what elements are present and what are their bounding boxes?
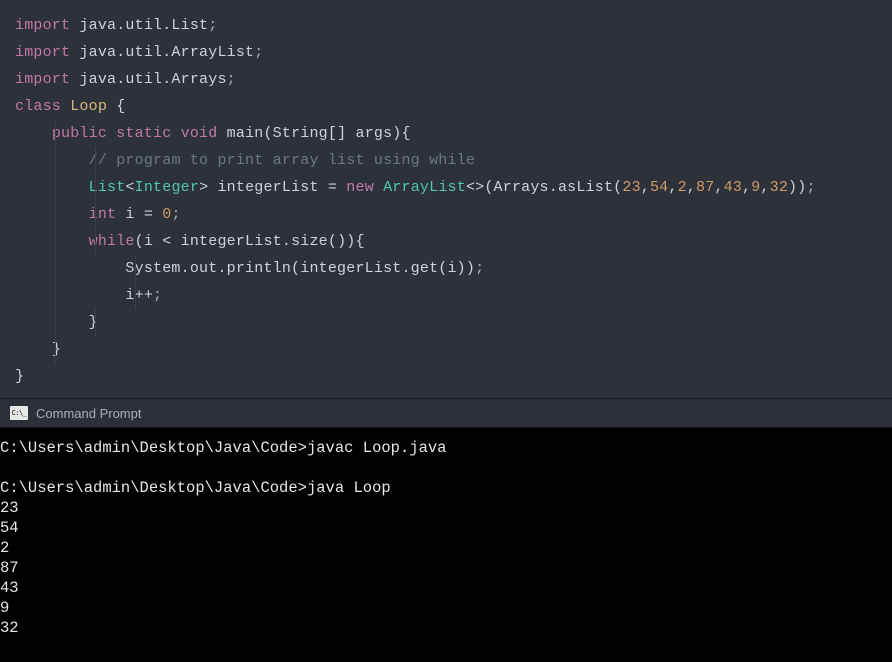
- keyword-public: public: [52, 125, 107, 142]
- code-line: List<Integer> integerList = new ArrayLis…: [15, 174, 892, 201]
- output-line: 9: [0, 598, 892, 618]
- semicolon: ;: [208, 17, 217, 34]
- indent: [15, 260, 125, 277]
- indent: [15, 341, 52, 358]
- output-line: 87: [0, 558, 892, 578]
- terminal-line: C:\Users\admin\Desktop\Java\Code>javac L…: [0, 438, 892, 458]
- statement: i++: [125, 287, 153, 304]
- keyword-class: class: [15, 98, 61, 115]
- code-line: System.out.println(integerList.get(i));: [15, 255, 892, 282]
- code-line: }: [15, 309, 892, 336]
- import-path: java.util.Arrays: [70, 71, 226, 88]
- code-line: class Loop {: [15, 93, 892, 120]
- terminal-blank-line: [0, 458, 892, 478]
- type-arraylist: ArrayList: [383, 179, 466, 196]
- semicolon: ;: [254, 44, 263, 61]
- number: 43: [724, 179, 742, 196]
- comma: ,: [742, 179, 751, 196]
- space: [374, 179, 383, 196]
- code-line: import java.util.Arrays;: [15, 66, 892, 93]
- type-integer: Integer: [135, 179, 199, 196]
- terminal-output[interactable]: C:\Users\admin\Desktop\Java\Code>javac L…: [0, 428, 892, 662]
- output-line: 54: [0, 518, 892, 538]
- prompt-path: C:\Users\admin\Desktop\Java\Code>: [0, 479, 307, 497]
- code-line: import java.util.List;: [15, 12, 892, 39]
- space: [171, 125, 180, 142]
- semicolon: ;: [227, 71, 236, 88]
- semicolon: ;: [475, 260, 484, 277]
- command: java Loop: [307, 479, 391, 497]
- method-signature: main(String[] args){: [217, 125, 410, 142]
- brace: }: [89, 314, 98, 331]
- code-line: }: [15, 336, 892, 363]
- code-editor[interactable]: import java.util.List; import java.util.…: [0, 0, 892, 398]
- space: [107, 125, 116, 142]
- semicolon: ;: [153, 287, 162, 304]
- close-parens: )): [788, 179, 806, 196]
- keyword-static: static: [116, 125, 171, 142]
- comma: ,: [668, 179, 677, 196]
- type-list: List: [89, 179, 126, 196]
- code-line: }: [15, 363, 892, 390]
- var-decl: i =: [116, 206, 162, 223]
- var-decl: integerList =: [217, 179, 346, 196]
- keyword-new: new: [346, 179, 374, 196]
- code-line: // program to print array list using whi…: [15, 147, 892, 174]
- output-line: 32: [0, 618, 892, 638]
- code-line: i++;: [15, 282, 892, 309]
- output-line: 23: [0, 498, 892, 518]
- comma: ,: [687, 179, 696, 196]
- command: javac Loop.java: [307, 439, 447, 457]
- code-line: int i = 0;: [15, 201, 892, 228]
- comma: ,: [714, 179, 723, 196]
- import-path: java.util.List: [70, 17, 208, 34]
- comma: ,: [641, 179, 650, 196]
- semicolon: ;: [171, 206, 180, 223]
- keyword-import: import: [15, 44, 70, 61]
- indent: [15, 314, 89, 331]
- brace: }: [52, 341, 61, 358]
- comment: // program to print array list using whi…: [89, 152, 475, 169]
- terminal-line: C:\Users\admin\Desktop\Java\Code>java Lo…: [0, 478, 892, 498]
- indent: [15, 206, 89, 223]
- class-name: Loop: [61, 98, 116, 115]
- number: 32: [770, 179, 788, 196]
- generic-open: <: [125, 179, 134, 196]
- comma: ,: [760, 179, 769, 196]
- brace: }: [15, 368, 24, 385]
- code-line: public static void main(String[] args){: [15, 120, 892, 147]
- while-condition: (i < integerList.size()){: [135, 233, 365, 250]
- keyword-import: import: [15, 17, 70, 34]
- number: 2: [678, 179, 687, 196]
- code-line: while(i < integerList.size()){: [15, 228, 892, 255]
- statement: System.out.println(integerList.get(i)): [125, 260, 475, 277]
- semicolon: ;: [806, 179, 815, 196]
- brace: {: [116, 98, 125, 115]
- output-line: 43: [0, 578, 892, 598]
- indent: [15, 179, 89, 196]
- command-prompt-icon: [10, 406, 28, 420]
- indent: [15, 287, 125, 304]
- keyword-int: int: [89, 206, 117, 223]
- terminal-title-bar: Command Prompt: [0, 398, 892, 428]
- terminal-title: Command Prompt: [36, 406, 141, 421]
- indent: [15, 152, 89, 169]
- number: 87: [696, 179, 714, 196]
- keyword-void: void: [181, 125, 218, 142]
- code-line: import java.util.ArrayList;: [15, 39, 892, 66]
- ctor-args: <>(Arrays.asList(: [466, 179, 622, 196]
- indent: [15, 233, 89, 250]
- generic-close: >: [199, 179, 217, 196]
- import-path: java.util.ArrayList: [70, 44, 254, 61]
- keyword-while: while: [89, 233, 135, 250]
- number: 23: [622, 179, 640, 196]
- prompt-path: C:\Users\admin\Desktop\Java\Code>: [0, 439, 307, 457]
- indent: [15, 125, 52, 142]
- keyword-import: import: [15, 71, 70, 88]
- number: 54: [650, 179, 668, 196]
- output-line: 2: [0, 538, 892, 558]
